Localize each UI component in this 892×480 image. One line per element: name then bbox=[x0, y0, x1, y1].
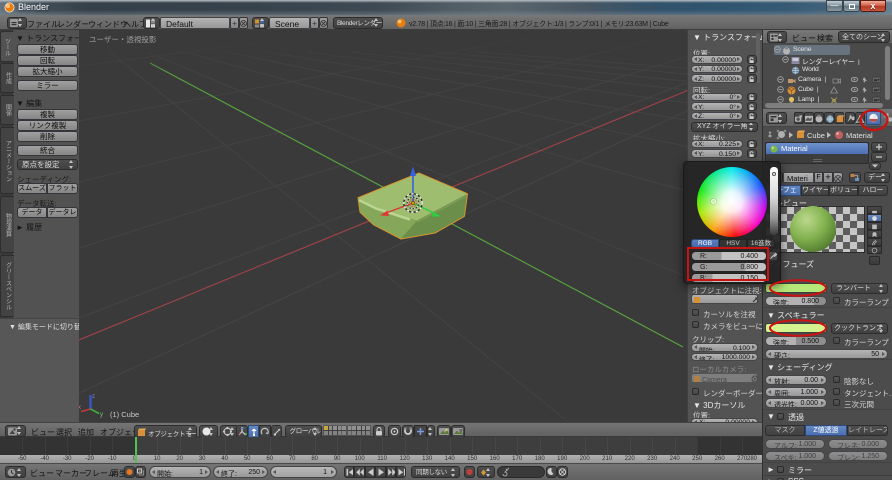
svg-text:Camera: Camera bbox=[702, 377, 727, 383]
svg-text:z: z bbox=[92, 394, 95, 400]
svg-text:y: y bbox=[100, 412, 103, 418]
